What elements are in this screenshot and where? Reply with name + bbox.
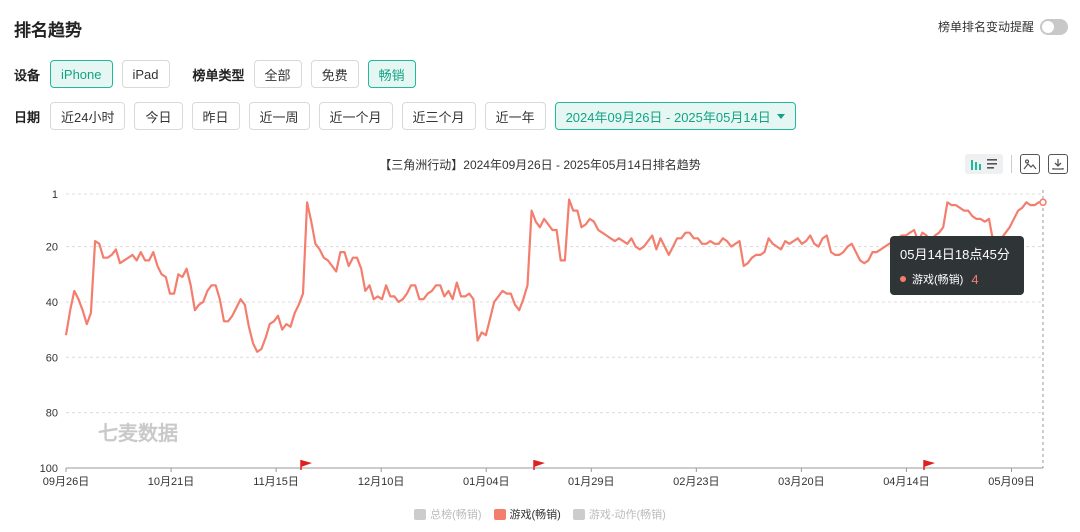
legend-item-games[interactable]: 游戏(畅销) — [493, 506, 561, 522]
x-tick-label: 09月26日 — [43, 476, 89, 488]
chart-legend: 总榜(畅销) 游戏(畅销) 游戏-动作(畅销) — [0, 506, 1080, 522]
legend-item-action[interactable]: 游戏-动作(畅销) — [572, 506, 666, 522]
tooltip-series-name: 游戏(畅销) — [912, 274, 964, 286]
y-tick-label: 40 — [46, 297, 58, 309]
legend-label: 游戏-动作(畅销) — [588, 509, 666, 521]
y-tick-label: 80 — [46, 408, 58, 420]
legend-label: 游戏(畅销) — [509, 509, 561, 521]
legend-swatch — [414, 508, 427, 520]
y-tick-label: 100 — [40, 463, 58, 475]
x-tick-label: 10月21日 — [148, 476, 194, 488]
legend-swatch — [572, 508, 585, 520]
x-tick-label: 01月29日 — [568, 476, 614, 488]
legend-swatch — [493, 508, 506, 520]
x-tick-label: 02月23日 — [673, 476, 719, 488]
chart-tooltip: 05月14日18点45分 游戏(畅销) 4 — [890, 236, 1024, 295]
series-point-last — [1039, 198, 1047, 207]
tooltip-time: 05月14日18点45分 — [900, 247, 1010, 262]
x-tick-label: 03月20日 — [778, 476, 824, 488]
watermark: 七麦数据 — [98, 421, 178, 445]
tooltip-row: 游戏(畅销) 4 — [900, 271, 1014, 287]
tooltip-value: 4 — [971, 271, 979, 287]
y-tick-label: 60 — [46, 352, 58, 364]
x-tick-label: 01月04日 — [463, 476, 509, 488]
y-tick-label: 1 — [52, 189, 58, 201]
legend-label: 总榜(畅销) — [430, 509, 482, 521]
x-tick-label: 12月10日 — [358, 476, 404, 488]
tooltip-series-dot — [900, 276, 906, 282]
x-tick-label: 04月14日 — [883, 476, 929, 488]
y-tick-label: 20 — [46, 242, 58, 254]
legend-item-overall[interactable]: 总榜(畅销) — [414, 506, 482, 522]
x-tick-label: 11月15日 — [253, 476, 299, 488]
x-tick-label: 05月09日 — [988, 476, 1034, 488]
